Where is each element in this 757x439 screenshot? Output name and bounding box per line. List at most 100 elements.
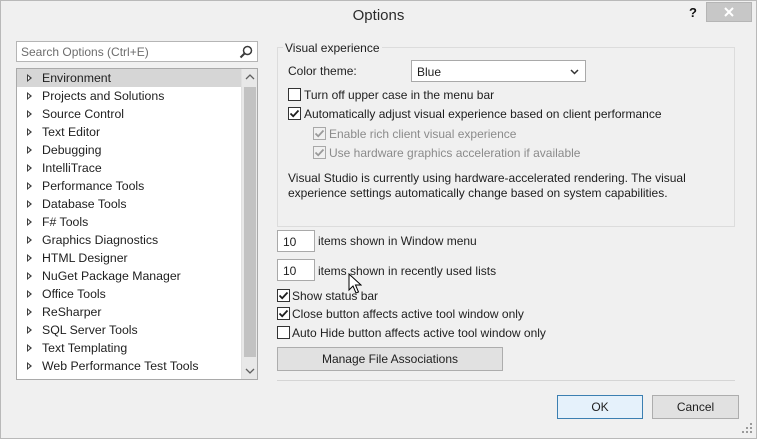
tree-item-label: Performance Tools (42, 179, 145, 193)
color-theme-value: Blue (417, 65, 442, 79)
tree-item-label: Debugging (42, 143, 102, 157)
status-bar-label: Show status bar (292, 289, 379, 303)
auto-hide-label: Auto Hide button affects active tool win… (292, 326, 546, 340)
recent-label: items shown in recently used lists (318, 264, 497, 278)
tree-item-label: NuGet Package Manager (42, 269, 181, 283)
close-icon (724, 7, 734, 17)
expand-arrow-icon[interactable] (27, 182, 32, 190)
tree-item[interactable]: Office Tools (17, 285, 241, 303)
rich-client-label: Enable rich client visual experience (329, 127, 517, 141)
tree-item[interactable]: Web Performance Test Tools (17, 357, 241, 375)
expand-arrow-icon[interactable] (27, 92, 32, 100)
search-box[interactable] (16, 41, 258, 62)
auto-hide-checkbox[interactable] (277, 326, 290, 339)
window-menu-label: items shown in Window menu (318, 234, 477, 248)
cancel-button[interactable]: Cancel (652, 395, 739, 419)
scroll-up-icon[interactable] (242, 69, 258, 85)
expand-arrow-icon[interactable] (27, 128, 32, 136)
scroll-thumb[interactable] (244, 87, 256, 357)
tree-item-label: Text Templating (42, 341, 128, 355)
auto-adjust-label: Automatically adjust visual experience b… (304, 107, 662, 121)
uppercase-menu-label: Turn off upper case in the menu bar (304, 88, 495, 102)
search-icon[interactable] (238, 44, 254, 60)
expand-arrow-icon[interactable] (27, 362, 32, 370)
ok-button[interactable]: OK (557, 395, 643, 419)
manage-file-associations-button[interactable]: Manage File Associations (277, 347, 503, 371)
expand-arrow-icon[interactable] (27, 344, 32, 352)
checkmark-icon (278, 309, 289, 318)
tree-scrollbar[interactable] (241, 69, 257, 379)
visual-experience-label: Visual experience (283, 41, 382, 55)
options-dialog: Options ? Environment Projects and Soluti… (0, 0, 757, 439)
tree-item-label: Source Control (42, 107, 125, 121)
tree-item-label: Windows Forms Designer (42, 377, 183, 379)
tree-item[interactable]: F# Tools (17, 213, 241, 231)
checkmark-icon (278, 291, 289, 300)
expand-arrow-icon[interactable] (27, 272, 32, 280)
recent-count-input[interactable] (283, 263, 313, 278)
tree-item-label: IntelliTrace (42, 161, 102, 175)
close-button-label: Close button affects active tool window … (292, 307, 524, 321)
tree-item-label: Office Tools (42, 287, 106, 301)
tree-item[interactable]: Projects and Solutions (17, 87, 241, 105)
hw-accel-checkbox (313, 146, 326, 159)
tree-item-label: Environment (42, 71, 112, 85)
expand-arrow-icon[interactable] (27, 74, 32, 82)
rich-client-checkbox (313, 127, 326, 140)
tree-item[interactable]: Debugging (17, 141, 241, 159)
tree-item[interactable]: Text Templating (17, 339, 241, 357)
options-tree[interactable]: Environment Projects and Solutions Source … (16, 68, 258, 380)
window-menu-count-input[interactable] (283, 234, 313, 249)
rendering-description: Visual Studio is currently using hardwar… (288, 171, 686, 200)
tree-item[interactable]: HTML Designer (17, 249, 241, 267)
tree-item[interactable]: Environment (17, 69, 241, 87)
scroll-down-icon[interactable] (242, 363, 258, 379)
status-bar-checkbox[interactable] (277, 289, 290, 302)
tree-item-label: Graphics Diagnostics (42, 233, 159, 247)
search-input[interactable] (21, 44, 231, 59)
expand-arrow-icon[interactable] (27, 146, 32, 154)
tree-item[interactable]: ReSharper (17, 303, 241, 321)
window-menu-count-field[interactable] (277, 230, 315, 252)
tree-item[interactable]: Windows Forms Designer (17, 375, 241, 379)
expand-arrow-icon[interactable] (27, 110, 32, 118)
expand-arrow-icon[interactable] (27, 326, 32, 334)
close-button[interactable] (706, 2, 752, 22)
tree-item[interactable]: SQL Server Tools (17, 321, 241, 339)
expand-arrow-icon[interactable] (27, 308, 32, 316)
chevron-down-icon (570, 69, 579, 75)
tree-item[interactable]: NuGet Package Manager (17, 267, 241, 285)
tree-item-label: Projects and Solutions (42, 89, 165, 103)
checkmark-icon (289, 109, 300, 118)
tree-item-label: HTML Designer (42, 251, 128, 265)
tree-item-label: Database Tools (42, 197, 127, 211)
title-bar[interactable]: Options ? (1, 1, 756, 31)
window-title: Options (352, 7, 405, 24)
expand-arrow-icon[interactable] (27, 218, 32, 226)
expand-arrow-icon[interactable] (27, 236, 32, 244)
expand-arrow-icon[interactable] (27, 164, 32, 172)
tree-item-label: Text Editor (42, 125, 101, 139)
tree-item[interactable]: Performance Tools (17, 177, 241, 195)
uppercase-menu-checkbox[interactable] (288, 88, 301, 101)
recent-count-field[interactable] (277, 259, 315, 281)
tree-item[interactable]: Graphics Diagnostics (17, 231, 241, 249)
tree-list: Environment Projects and Solutions Source … (17, 69, 241, 379)
tree-item-label: Web Performance Test Tools (42, 359, 199, 373)
tree-item-label: ReSharper (42, 305, 102, 319)
expand-arrow-icon[interactable] (27, 200, 32, 208)
tree-item[interactable]: IntelliTrace (17, 159, 241, 177)
checkmark-icon (314, 129, 325, 138)
close-button-checkbox[interactable] (277, 307, 290, 320)
tree-item-label: SQL Server Tools (42, 323, 138, 337)
expand-arrow-icon[interactable] (27, 254, 32, 262)
help-button[interactable]: ? (683, 5, 703, 23)
tree-item[interactable]: Database Tools (17, 195, 241, 213)
resize-grip-icon[interactable] (741, 422, 753, 434)
expand-arrow-icon[interactable] (27, 290, 32, 298)
tree-item[interactable]: Source Control (17, 105, 241, 123)
tree-item[interactable]: Text Editor (17, 123, 241, 141)
auto-adjust-checkbox[interactable] (288, 107, 301, 120)
checkmark-icon (314, 148, 325, 157)
color-theme-select[interactable]: Blue (411, 60, 586, 82)
